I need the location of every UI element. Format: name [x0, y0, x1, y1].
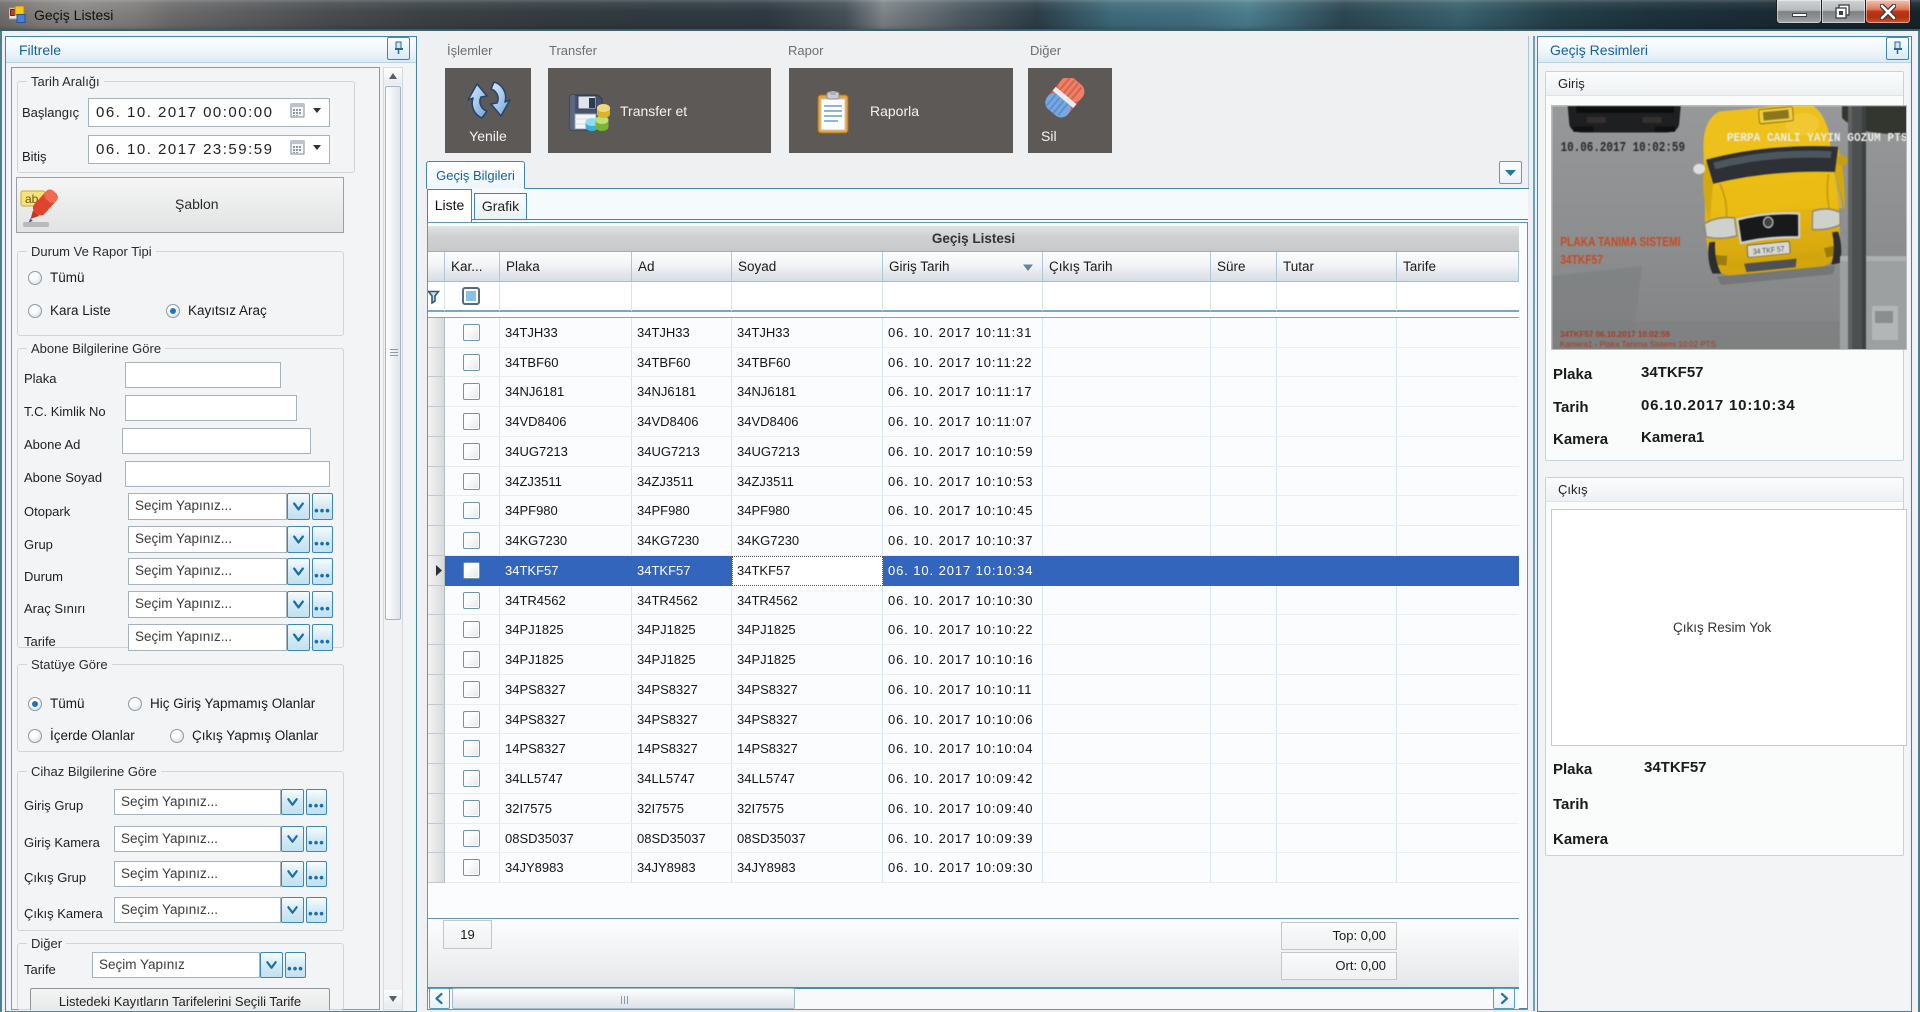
svg-text:Kamera1 - Plaka Tanima Sistemi: Kamera1 - Plaka Tanima Sistemi 10:02 PTS — [1560, 340, 1716, 349]
svg-text:34TKF57 06.10.2017 10:02:59: 34TKF57 06.10.2017 10:02:59 — [1560, 330, 1670, 339]
svg-text:PLAKA TANIMA SISTEMI: PLAKA TANIMA SISTEMI — [1560, 236, 1680, 249]
svg-text:10.06.2017 10:02:59: 10.06.2017 10:02:59 — [1561, 140, 1685, 156]
svg-text:34TKF57: 34TKF57 — [1560, 254, 1603, 267]
svg-text:PERPA CANLI YAYIN GOZUM PTS: PERPA CANLI YAYIN GOZUM PTS — [1727, 132, 1907, 145]
